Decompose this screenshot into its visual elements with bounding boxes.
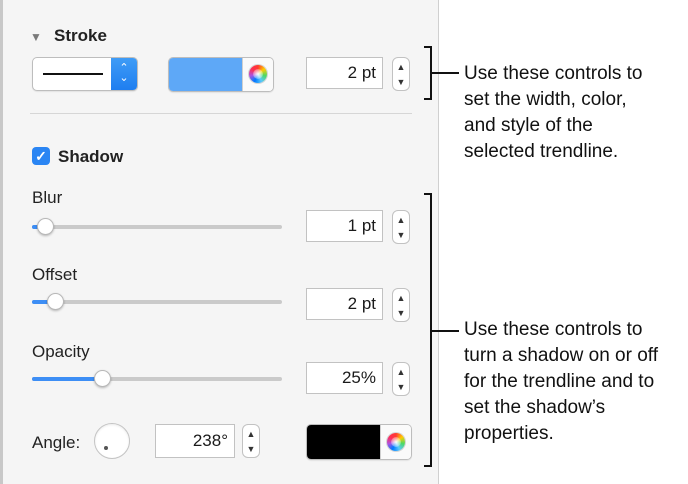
shadow-color-well[interactable] [306, 424, 412, 460]
chevron-down-icon[interactable]: ▼ [393, 74, 409, 89]
solid-line-preview [43, 73, 103, 75]
format-sidebar: ▼ Stroke ⌃ ⌄ 2 pt ▲ ▼ ✓ Shadow Blur 1 pt … [0, 0, 439, 484]
blur-label: Blur [32, 188, 63, 207]
opacity-stepper[interactable]: ▲ ▼ [392, 362, 410, 396]
sidebar-edge [0, 0, 3, 484]
angle-dial[interactable] [94, 423, 130, 459]
offset-stepper[interactable]: ▲ ▼ [392, 288, 410, 322]
chevron-up-icon[interactable]: ▲ [393, 59, 409, 74]
offset-slider[interactable] [32, 300, 282, 304]
chevron-down-icon[interactable]: ▼ [393, 305, 409, 320]
chevron-down-icon[interactable]: ▼ [243, 441, 259, 456]
stroke-width-stepper[interactable]: ▲ ▼ [392, 57, 410, 91]
offset-value-field[interactable]: 2 pt [306, 288, 383, 320]
chevron-up-icon[interactable]: ▲ [393, 212, 409, 227]
chevron-up-icon[interactable]: ▲ [393, 364, 409, 379]
color-picker-button[interactable] [380, 425, 411, 459]
opacity-slider[interactable] [32, 377, 282, 381]
angle-stepper[interactable]: ▲ ▼ [242, 424, 260, 458]
shadow-callout-text: Use these controls to turn a shadow on o… [464, 319, 658, 444]
blur-stepper[interactable]: ▲ ▼ [392, 210, 410, 244]
offset-label: Offset [32, 265, 78, 284]
angle-label: Angle: [32, 433, 81, 452]
chevron-up-icon[interactable]: ▲ [393, 290, 409, 305]
chevron-down-icon[interactable]: ▼ [393, 227, 409, 242]
color-picker-button[interactable] [242, 58, 273, 91]
shadow-color-swatch [307, 425, 380, 459]
chevron-down-icon[interactable]: ▼ [393, 379, 409, 394]
stroke-callout-text: Use these controls to set the width, col… [464, 63, 643, 162]
stroke-section-title: Stroke [54, 26, 107, 45]
shadow-checkbox-label[interactable]: Shadow [58, 147, 123, 167]
popup-chevrons-icon: ⌃ ⌄ [111, 58, 137, 90]
stroke-callout-leader [431, 72, 459, 74]
color-wheel-icon [249, 65, 267, 83]
angle-value-field[interactable]: 238° [155, 424, 235, 458]
opacity-value-field[interactable]: 25% [306, 362, 383, 394]
blur-slider-thumb[interactable] [36, 218, 54, 235]
opacity-slider-fill [32, 377, 103, 381]
blur-slider[interactable] [32, 225, 282, 229]
shadow-callout-leader [431, 330, 459, 332]
opacity-slider-thumb[interactable] [94, 370, 111, 387]
offset-slider-thumb[interactable] [46, 293, 64, 310]
chevron-up-icon[interactable]: ▲ [243, 426, 259, 441]
stroke-width-field[interactable]: 2 pt [306, 57, 383, 89]
angle-indicator-dot [103, 446, 108, 451]
shadow-checkbox[interactable]: ✓ [32, 147, 50, 165]
section-divider [30, 113, 412, 114]
blur-value-field[interactable]: 1 pt [306, 210, 383, 242]
stroke-color-well[interactable] [168, 57, 274, 92]
color-wheel-icon [387, 433, 405, 451]
disclosure-triangle-icon[interactable]: ▼ [30, 30, 42, 44]
stroke-color-swatch [169, 58, 242, 91]
opacity-label: Opacity [32, 342, 90, 361]
stroke-style-popup[interactable]: ⌃ ⌄ [32, 57, 138, 91]
